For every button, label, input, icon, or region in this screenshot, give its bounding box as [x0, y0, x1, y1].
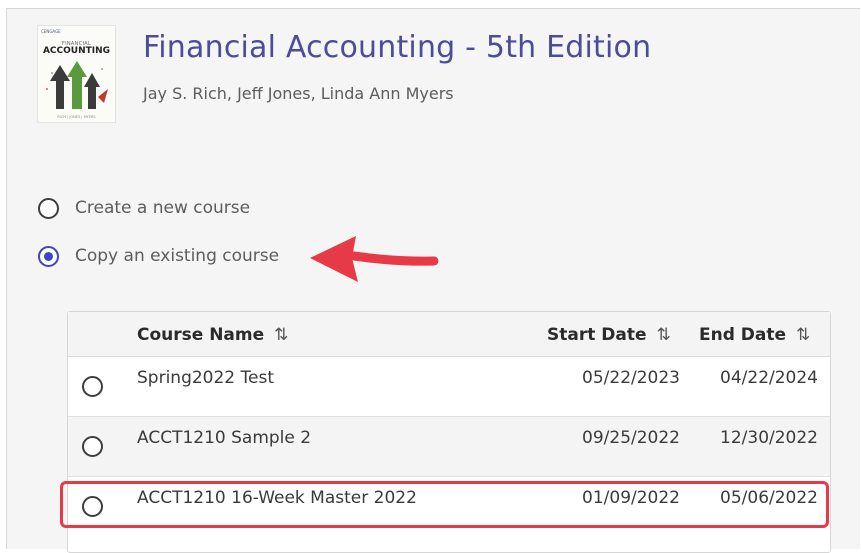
radio-create-new-course[interactable] — [38, 197, 59, 219]
table-row[interactable]: Spring2022 Test 05/22/2023 04/22/2024 — [68, 357, 830, 417]
annotation-arrow-icon — [310, 236, 439, 282]
row-radio[interactable] — [82, 376, 103, 397]
column-label: Course Name — [137, 325, 265, 345]
cover-authors: RICH | JONES | MYERS — [57, 115, 96, 119]
row-radio[interactable] — [82, 436, 103, 457]
column-label: Start Date — [547, 325, 647, 345]
annotation-highlight-box — [60, 481, 829, 528]
column-header-start-date[interactable]: Start Date ⇅ — [547, 325, 671, 345]
cover-publisher: CENGAGE — [41, 29, 61, 34]
column-label: End Date — [699, 325, 787, 345]
option-label: Create a new course — [75, 198, 251, 218]
course-name: ACCT1210 Sample 2 — [137, 428, 312, 448]
column-header-end-date[interactable]: End Date ⇅ — [699, 325, 810, 345]
sort-icon[interactable]: ⇅ — [274, 325, 288, 345]
cover-arrows-illustration — [42, 59, 111, 111]
option-copy-existing-course[interactable]: Copy an existing course — [38, 243, 279, 269]
book-cover-image: CENGAGE FINANCIAL ACCOUNTING RICH | JONE… — [37, 25, 116, 123]
option-create-new-course[interactable]: Create a new course — [38, 195, 250, 221]
course-name: Spring2022 Test — [137, 368, 275, 388]
sort-icon[interactable]: ⇅ — [796, 325, 810, 345]
start-date: 09/25/2022 — [582, 428, 680, 448]
book-authors: Jay S. Rich, Jeff Jones, Linda Ann Myers — [143, 84, 454, 103]
page-title: Financial Accounting - 5th Edition — [143, 30, 652, 65]
radio-copy-existing-course[interactable] — [38, 245, 59, 267]
column-header-course-name[interactable]: Course Name ⇅ — [137, 325, 288, 345]
option-label: Copy an existing course — [75, 246, 280, 266]
end-date: 12/30/2022 — [720, 428, 818, 448]
start-date: 05/22/2023 — [582, 368, 680, 388]
table-header: Course Name ⇅ Start Date ⇅ End Date ⇅ — [68, 312, 830, 357]
end-date: 04/22/2024 — [720, 368, 818, 388]
cover-title-line2: ACCOUNTING — [42, 46, 111, 56]
table-row[interactable]: ACCT1210 Sample 2 09/25/2022 12/30/2022 — [68, 417, 830, 477]
sort-icon[interactable]: ⇅ — [657, 325, 671, 345]
